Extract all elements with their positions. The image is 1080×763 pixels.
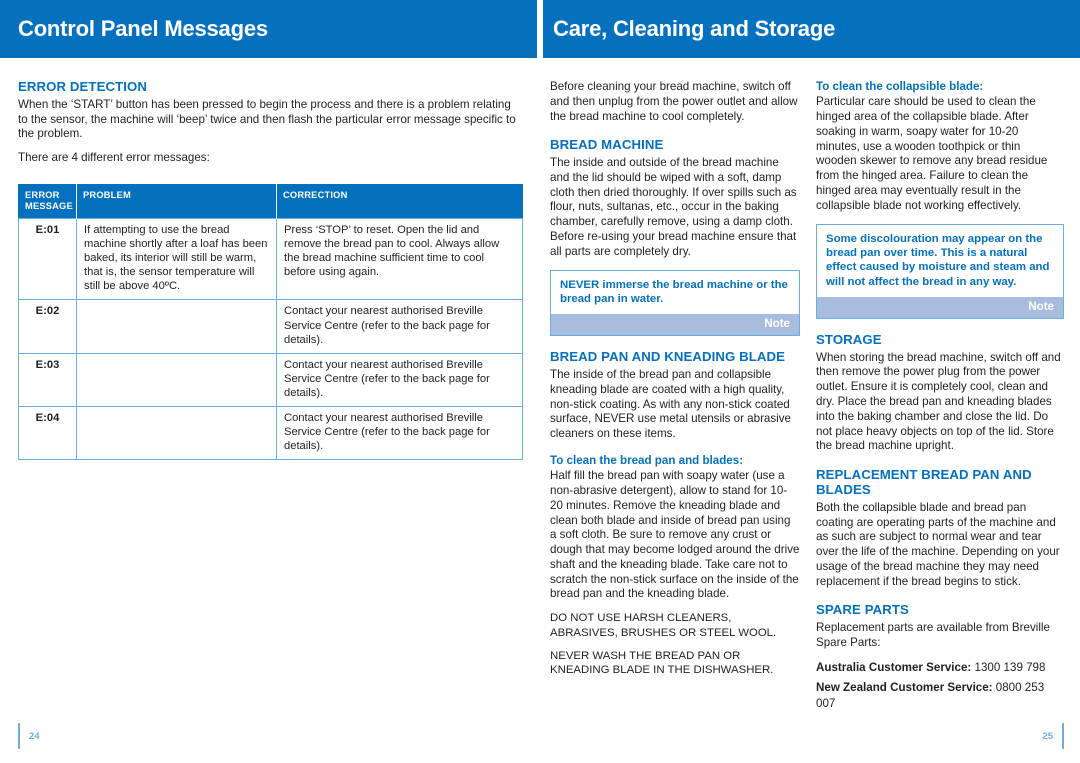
cell-error-code: E:01 bbox=[18, 217, 77, 301]
replacement-paragraph: Both the collapsible blade and bread pan… bbox=[816, 500, 1060, 588]
bread-pan-paragraph: The inside of the bread pan and collapsi… bbox=[550, 368, 791, 441]
care-intro-paragraph: Before cleaning your bread machine, swit… bbox=[550, 80, 798, 123]
table-header-row: ERROR MESSAGE PROBLEM CORRECTION bbox=[18, 184, 523, 219]
australia-customer-service-number: 1300 139 798 bbox=[974, 660, 1046, 674]
error-message-table: ERROR MESSAGE PROBLEM CORRECTION E:01 If… bbox=[18, 184, 523, 461]
caution-dishwasher: NEVER WASH THE BREAD PAN OR KNEADING BLA… bbox=[550, 649, 774, 677]
table-row: E:01 If attempting to use the bread mach… bbox=[18, 217, 523, 301]
cell-error-code: E:04 bbox=[18, 406, 77, 461]
error-detection-para-1: When the ‘START’ button has been pressed… bbox=[18, 97, 516, 141]
cell-problem bbox=[76, 299, 277, 354]
page-number-left: 24 bbox=[29, 730, 40, 742]
note-box-immerse: NEVER immerse the bread machine or the b… bbox=[550, 269, 800, 337]
section-spare-parts-title: SPARE PARTS bbox=[816, 602, 909, 618]
collapsible-blade-paragraph: Particular care should be used to clean … bbox=[816, 95, 1048, 212]
section-bread-machine-title: BREAD MACHINE bbox=[550, 137, 664, 153]
footer-right: 25 bbox=[540, 723, 1080, 749]
note-box-discolouration: Some discolouration may appear on the br… bbox=[816, 223, 1064, 319]
header-band: Control Panel Messages Care, Cleaning an… bbox=[0, 0, 1080, 58]
cell-correction: Contact your nearest authorised Breville… bbox=[276, 299, 523, 354]
footer-rule-right bbox=[1062, 723, 1064, 749]
table-header-error-message: ERROR MESSAGE bbox=[18, 184, 77, 219]
document-spread: Control Panel Messages Care, Cleaning an… bbox=[0, 0, 1080, 763]
note-box-immerse-text: NEVER immerse the bread machine or the b… bbox=[560, 278, 788, 305]
section-storage-title: STORAGE bbox=[816, 331, 882, 347]
left-page-title: Control Panel Messages bbox=[18, 16, 268, 41]
right-page-title: Care, Cleaning and Storage bbox=[553, 16, 836, 41]
storage-paragraph: When storing the bread machine, switch o… bbox=[816, 350, 1061, 453]
cell-error-code: E:03 bbox=[18, 352, 77, 408]
right-page-column-one: Before cleaning your bread machine, swit… bbox=[540, 80, 808, 723]
note-box-discolouration-text: Some discolouration may appear on the br… bbox=[826, 232, 1050, 288]
body-area: ERROR DETECTION When the ‘START’ button … bbox=[0, 58, 1080, 723]
table-body: E:01 If attempting to use the bread mach… bbox=[18, 217, 523, 461]
right-page-header: Care, Cleaning and Storage bbox=[543, 0, 1080, 58]
cell-problem bbox=[76, 352, 277, 408]
table-header-correction: CORRECTION bbox=[276, 184, 523, 219]
cell-error-code: E:02 bbox=[18, 299, 77, 354]
header-error-line2: MESSAGE bbox=[25, 200, 73, 211]
section-error-detection-title: ERROR DETECTION bbox=[18, 79, 147, 94]
cell-correction: Press ‘STOP’ to reset. Open the lid and … bbox=[276, 217, 523, 301]
footer-left: 24 bbox=[0, 723, 540, 749]
table-row: E:04 Contact your nearest authorised Bre… bbox=[18, 406, 523, 461]
newzealand-customer-service-line: New Zealand Customer Service: 0800 253 0… bbox=[816, 680, 1064, 712]
australia-customer-service-line: Australia Customer Service: 1300 139 798 bbox=[816, 660, 1064, 676]
bread-machine-paragraph: The inside and outside of the bread mach… bbox=[550, 156, 797, 258]
error-detection-para-2: There are 4 different error messages: bbox=[18, 151, 210, 165]
section-replacement-title: REPLACEMENT BREAD PAN AND BLADES bbox=[816, 467, 1032, 497]
newzealand-customer-service-label: New Zealand Customer Service: bbox=[816, 680, 993, 694]
left-page-header: Control Panel Messages bbox=[0, 0, 538, 58]
note-box-discolouration-label: Note bbox=[817, 297, 1063, 318]
table-row: E:02 Contact your nearest authorised Bre… bbox=[18, 299, 523, 354]
right-page-column-two: To clean the collapsible blade: Particul… bbox=[808, 80, 1080, 723]
cell-correction: Contact your nearest authorised Breville… bbox=[276, 352, 523, 408]
left-page-column: ERROR DETECTION When the ‘START’ button … bbox=[0, 79, 540, 723]
caution-harsh-cleaners: DO NOT USE HARSH CLEANERS, ABRASIVES, BR… bbox=[550, 612, 777, 639]
subsection-collapsible-blade-title: To clean the collapsible blade: bbox=[816, 80, 984, 93]
australia-customer-service-label: Australia Customer Service: bbox=[816, 660, 972, 674]
clean-bread-pan-paragraph: Half fill the bread pan with soapy water… bbox=[550, 469, 800, 601]
header-error-line1: ERROR bbox=[25, 189, 60, 200]
table-row: E:03 Contact your nearest authorised Bre… bbox=[18, 352, 523, 408]
cell-problem: If attempting to use the bread machine s… bbox=[76, 217, 277, 301]
subsection-clean-bread-pan-title: To clean the bread pan and blades: bbox=[550, 453, 744, 467]
page-footer: 24 25 bbox=[0, 723, 1080, 763]
table-header-problem: PROBLEM bbox=[76, 184, 277, 219]
cell-correction: Contact your nearest authorised Breville… bbox=[276, 406, 523, 461]
spare-parts-paragraph: Replacement parts are available from Bre… bbox=[816, 621, 1050, 649]
cell-problem bbox=[76, 406, 277, 461]
note-box-immerse-label: Note bbox=[551, 314, 799, 336]
section-bread-pan-title: BREAD PAN AND KNEADING BLADE bbox=[550, 349, 786, 365]
page-number-right: 25 bbox=[1042, 730, 1053, 742]
